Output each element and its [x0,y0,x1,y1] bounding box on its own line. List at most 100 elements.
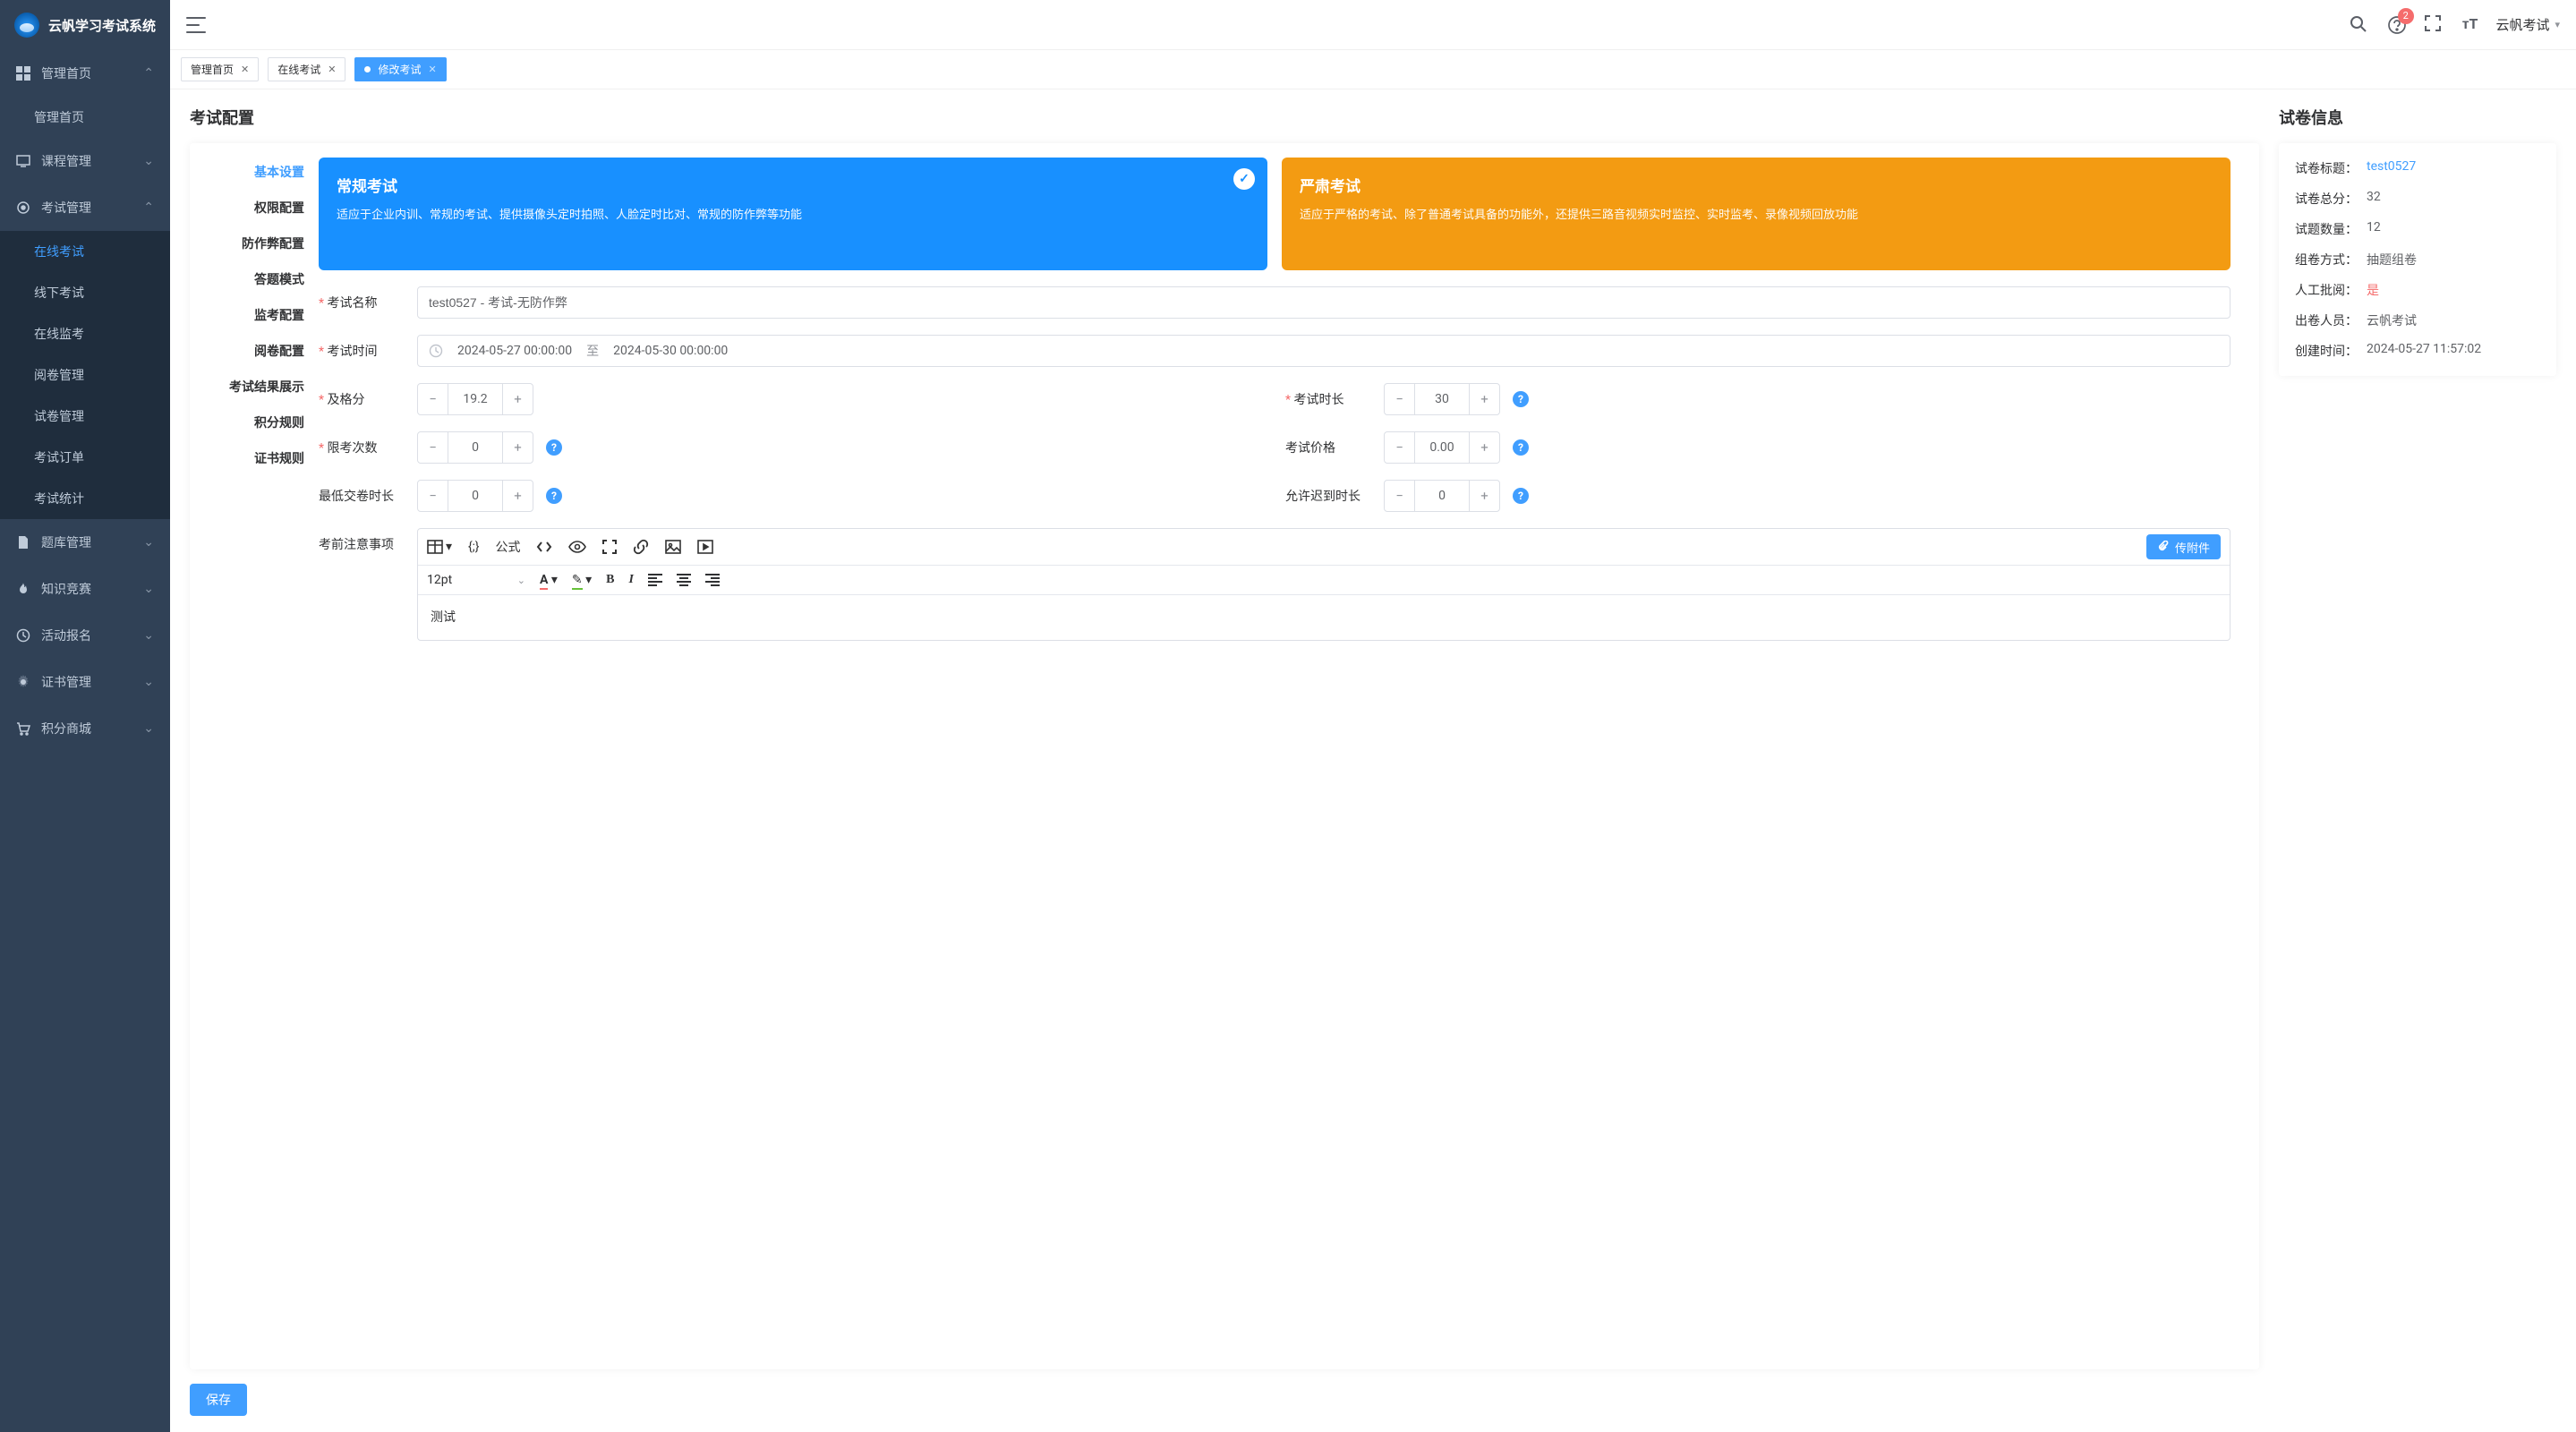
min-submit-input[interactable]: − 0 + [417,480,533,512]
close-icon[interactable]: ✕ [428,64,436,75]
help-icon[interactable]: ? [1513,488,1529,504]
price-input[interactable]: − 0.00 + [1384,431,1500,464]
minus-button[interactable]: − [418,432,448,463]
exam-time-range-input[interactable]: 2024-05-27 00:00:00 至 2024-05-30 00:00:0… [417,335,2231,367]
font-size-button[interactable]: ᴛT [2462,15,2478,35]
label-exam-name: 考试名称 [319,294,405,311]
sidebar-item-cert[interactable]: 证书管理 ⌄ [0,659,170,705]
snav-result[interactable]: 考试结果展示 [204,378,304,396]
plus-button[interactable]: + [502,481,533,511]
duration-input[interactable]: − 30 + [1384,383,1500,415]
italic-button[interactable]: I [628,573,633,587]
brand-name: 云帆学习考试系统 [48,16,156,35]
code-icon[interactable] [536,539,552,555]
editor-body[interactable]: 测试 [418,595,2230,640]
sidebar-item-question-bank[interactable]: 题库管理 ⌄ [0,519,170,566]
exam-type-normal[interactable]: ✓ 常规考试 适应于企业内训、常规的考试、提供摄像头定时拍照、人脸定时比对、常规… [319,158,1267,270]
sidebar-item-marking[interactable]: 阅卷管理 [0,354,170,396]
minus-button[interactable]: − [1385,432,1415,463]
font-size-select[interactable]: 12pt ⌄ [427,571,525,589]
bold-button[interactable]: B [606,573,614,587]
range-separator: 至 [586,342,599,360]
sidebar-item-online-exam[interactable]: 在线考试 [0,231,170,272]
help-icon[interactable]: ? [1513,439,1529,456]
late-input[interactable]: − 0 + [1384,480,1500,512]
align-left-button[interactable] [648,574,662,586]
sidebar-item-offline-exam[interactable]: 线下考试 [0,272,170,313]
snav-basic[interactable]: 基本设置 [204,163,304,181]
sidebar-label: 考试管理 [41,199,91,217]
sidebar-item-shop[interactable]: 积分商城 ⌄ [0,705,170,752]
help-icon[interactable]: ? [546,488,562,504]
braces-icon[interactable]: {;} [468,540,479,554]
sidebar-label: 在线考试 [34,243,84,260]
fullscreen-button[interactable] [2425,15,2444,35]
snav-answer-mode[interactable]: 答题模式 [204,270,304,288]
info-value: 是 [2367,281,2379,299]
expand-icon[interactable] [602,540,617,554]
search-button[interactable] [2350,15,2369,35]
user-menu[interactable]: 云帆考试 ▾ [2495,15,2560,34]
link-icon[interactable] [633,539,649,555]
sidebar-item-exam[interactable]: 考试管理 ⌃ [0,184,170,231]
text-color-button[interactable]: A ▾ [540,573,558,587]
snav-marking[interactable]: 阅卷配置 [204,342,304,360]
sidebar-item-paper-mgmt[interactable]: 试卷管理 [0,396,170,437]
limit-input[interactable]: − 0 + [417,431,533,464]
plus-button[interactable]: + [1469,384,1499,414]
paper-title-link[interactable]: test0527 [2367,159,2416,177]
sidebar-item-exam-stats[interactable]: 考试统计 [0,478,170,519]
pass-score-input[interactable]: − 19.2 + [417,383,533,415]
notification-button[interactable]: 2 [2387,15,2407,35]
plus-button[interactable]: + [1469,432,1499,463]
sidebar-item-quiz[interactable]: 知识竞赛 ⌄ [0,566,170,612]
exam-type-strict[interactable]: 严肃考试 适应于严格的考试、除了普通考试具备的功能外，还提供三路音视频实时监控、… [1282,158,2231,270]
tab-label: 管理首页 [191,62,234,77]
font-size-value: 12pt [427,573,452,587]
tab-online-exam[interactable]: 在线考试 ✕ [268,57,345,81]
help-icon[interactable]: ? [1513,391,1529,407]
formula-button[interactable]: 公式 [495,538,520,556]
sidebar-item-course[interactable]: 课程管理 ⌄ [0,138,170,184]
tab-edit-exam[interactable]: 修改考试 ✕ [354,57,446,81]
align-center-button[interactable] [677,574,691,586]
minus-button[interactable]: − [418,384,448,414]
info-value: 抽题组卷 [2367,251,2417,268]
snav-permission[interactable]: 权限配置 [204,199,304,217]
highlight-button[interactable]: ✎ ▾ [572,573,592,587]
exam-name-input[interactable] [417,286,2231,319]
table-icon[interactable]: ▾ [427,539,452,555]
snav-cert[interactable]: 证书规则 [204,449,304,467]
plus-button[interactable]: + [1469,481,1499,511]
snav-points[interactable]: 积分规则 [204,413,304,431]
video-icon[interactable] [697,539,713,555]
editor-text: 测试 [431,610,456,625]
sidebar-item-home[interactable]: 管理首页 [0,97,170,138]
eye-icon[interactable] [568,540,586,554]
value: 0 [1415,489,1469,503]
sidebar-item-online-proctor[interactable]: 在线监考 [0,313,170,354]
image-icon[interactable] [665,539,681,555]
minus-button[interactable]: − [1385,384,1415,414]
plus-button[interactable]: + [502,384,533,414]
gear-icon [16,675,30,689]
info-value: 12 [2367,220,2381,238]
minus-button[interactable]: − [1385,481,1415,511]
minus-button[interactable]: − [418,481,448,511]
plus-button[interactable]: + [502,432,533,463]
snav-proctor[interactable]: 监考配置 [204,306,304,324]
sidebar-item-exam-order[interactable]: 考试订单 [0,437,170,478]
close-icon[interactable]: ✕ [241,64,249,75]
label-exam-time: 考试时间 [319,342,405,360]
tab-home[interactable]: 管理首页 ✕ [181,57,259,81]
sidebar-item-home-group[interactable]: 管理首页 ⌃ [0,50,170,97]
sidebar-item-activity[interactable]: 活动报名 ⌄ [0,612,170,659]
menu-toggle-button[interactable] [186,17,206,33]
close-icon[interactable]: ✕ [328,64,336,75]
upload-attachment-button[interactable]: 传附件 [2146,534,2221,559]
snav-anticheat[interactable]: 防作弊配置 [204,234,304,252]
save-button[interactable]: 保存 [190,1384,247,1416]
align-right-button[interactable] [705,574,720,586]
help-icon[interactable]: ? [546,439,562,456]
sidebar-label: 考试订单 [34,448,84,466]
